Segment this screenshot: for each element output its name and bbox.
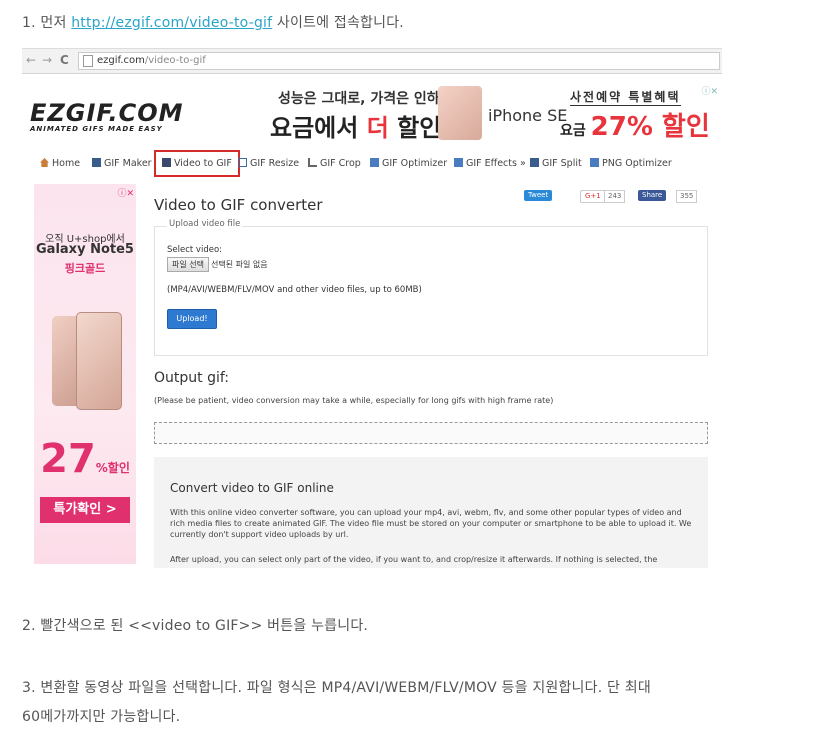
output-box — [154, 422, 708, 444]
upload-fieldset: Upload video file Select video: 파일 선택 선택된… — [154, 219, 708, 356]
page-icon — [83, 55, 93, 67]
nav-gif-split-label: GIF Split — [542, 158, 582, 169]
patience-note: (Please be patient, video conversion may… — [154, 396, 554, 405]
banner-iphone: iPhone SE — [488, 106, 568, 125]
step-3-line1: 3. 변환할 동영상 파일을 선택합니다. 파일 형식은 MP4/AVI/WEB… — [22, 680, 651, 696]
sidebar-ad[interactable]: ⓘ✕ 오직 U+shop에서 Galaxy Note5 핑크골드 27%할인 특… — [34, 184, 136, 564]
banner-line1: 성능은 그대로, 가격은 인하! — [278, 91, 447, 107]
facebook-share-button[interactable]: Share — [638, 190, 667, 201]
select-video-label: Select video: — [167, 245, 223, 255]
nav-video-to-gif-label: Video to GIF — [174, 158, 232, 169]
url-path: /video-to-gif — [144, 55, 206, 66]
banner-right2b: 27 — [590, 112, 627, 142]
upload-legend: Upload video file — [167, 219, 243, 229]
info-section: Convert video to GIF online With this on… — [154, 457, 708, 568]
nav-gif-crop-label: GIF Crop — [320, 158, 361, 169]
step-2-text: 2. 빨간색으로 된 <<video to GIF>> 버튼을 누릅니다. — [22, 618, 369, 634]
nav-home-label: Home — [52, 158, 81, 169]
banner-right2: 요금 27% 할인 — [560, 106, 710, 143]
home-icon — [40, 158, 49, 167]
share-count: 355 — [676, 190, 698, 203]
resize-icon — [238, 158, 247, 167]
nav-home[interactable]: Home — [40, 158, 80, 169]
file-status: 선택된 파일 없음 — [210, 260, 268, 269]
phone-front-image — [76, 312, 122, 410]
nav-gif-crop[interactable]: GIF Crop — [308, 158, 361, 169]
url-domain: ezgif.com — [97, 55, 145, 66]
banner-right1: 사전예약 특별혜택 — [570, 90, 681, 106]
gplus-button[interactable]: G+1 — [580, 190, 606, 203]
nav-gif-effects[interactable]: GIF Effects » — [454, 158, 526, 169]
banner-right2a: 요금 — [560, 123, 591, 139]
top-ad-banner[interactable]: 성능은 그대로, 가격은 인하! 요금에서 더 할인! iPhone SE 사전… — [258, 84, 718, 142]
nav-png-optimizer-label: PNG Optimizer — [602, 158, 672, 169]
info-heading: Convert video to GIF online — [170, 481, 334, 495]
main-nav: Home GIF Maker Video to GIF GIF Resize G… — [40, 150, 720, 177]
info-text-2: After upload, you can select only part o… — [170, 555, 658, 564]
step-1-suffix: 사이트에 접속합니다. — [272, 15, 404, 31]
info-text: With this online video converter softwar… — [170, 508, 692, 539]
choose-file-button[interactable]: 파일 선택 — [167, 257, 209, 272]
forward-icon[interactable]: → — [42, 53, 52, 67]
nav-gif-resize-label: GIF Resize — [250, 158, 300, 169]
file-input[interactable]: 파일 선택 선택된 파일 없음 — [167, 257, 268, 272]
nav-gif-optimizer[interactable]: GIF Optimizer — [370, 158, 447, 169]
file-type-hint: (MP4/AVI/WEBM/FLV/MOV and other video fi… — [167, 285, 422, 295]
step-3-text: 3. 변환할 동영상 파일을 선택합니다. 파일 형식은 MP4/AVI/WEB… — [22, 674, 722, 732]
address-bar: ← → C ezgif.com/video-to-gif — [22, 49, 722, 74]
logo-tagline: ANIMATED GIFS MADE EASY — [30, 125, 163, 133]
effects-icon — [454, 158, 463, 167]
ad-choices-icon[interactable]: ⓘ✕ — [701, 84, 718, 97]
ezgif-link[interactable]: http://ezgif.com/video-to-gif — [71, 15, 272, 31]
page-title: Video to GIF converter — [154, 196, 323, 214]
banner-line2a: 요금에서 — [270, 114, 367, 142]
split-icon — [530, 158, 539, 167]
back-icon[interactable]: ← — [26, 53, 36, 67]
iphone-image — [438, 86, 482, 140]
sidebar-ad-line3: 핑크골드 — [64, 262, 106, 275]
step-3-line2: 60메가까지만 가능합니다. — [22, 709, 181, 725]
tweet-label: Tweet — [528, 191, 549, 199]
nav-gif-effects-label: GIF Effects » — [466, 158, 526, 169]
gplus-count: 243 — [604, 190, 626, 203]
share-label: Share — [642, 191, 663, 199]
sidebar-ad-line2: Galaxy Note5 — [36, 242, 134, 257]
optimizer-icon — [370, 158, 379, 167]
png-optimizer-icon — [590, 158, 599, 167]
upload-button[interactable]: Upload! — [167, 309, 217, 329]
output-heading: Output gif: — [154, 370, 230, 386]
gif-maker-icon — [92, 158, 101, 167]
nav-gif-resize[interactable]: GIF Resize — [238, 158, 299, 169]
sidebar-ad-pct-suffix: %할인 — [95, 461, 130, 475]
banner-right2c: % 할인 — [626, 112, 710, 142]
gplus-label: G+1 — [585, 192, 601, 200]
nav-video-to-gif[interactable]: Video to GIF — [154, 150, 240, 177]
nav-gif-split[interactable]: GIF Split — [530, 158, 582, 169]
step-1-text: 1. 먼저 http://ezgif.com/video-to-gif 사이트에… — [22, 12, 404, 32]
sidebar-ad-pct-number: 27 — [40, 436, 96, 482]
banner-line2b: 더 — [366, 114, 389, 142]
url-field[interactable]: ezgif.com/video-to-gif — [78, 52, 720, 70]
nav-gif-optimizer-label: GIF Optimizer — [382, 158, 448, 169]
reload-icon[interactable]: C — [60, 53, 69, 67]
logo-title: EZGIF.COM — [30, 99, 184, 127]
banner-line2: 요금에서 더 할인! — [270, 108, 452, 143]
video-icon — [162, 158, 171, 167]
nav-gif-maker-label: GIF Maker — [104, 158, 152, 169]
tweet-button[interactable]: Tweet — [524, 190, 553, 201]
step-1-prefix: 1. 먼저 — [22, 15, 72, 31]
nav-gif-maker[interactable]: GIF Maker — [92, 158, 152, 169]
ezgif-logo[interactable]: EZGIF.COM ANIMATED GIFS MADE EASY — [30, 99, 184, 133]
crop-icon — [308, 158, 317, 167]
nav-png-optimizer[interactable]: PNG Optimizer — [590, 158, 672, 169]
browser-screenshot: ← → C ezgif.com/video-to-gif EZGIF.COM A… — [22, 48, 722, 568]
sidebar-ad-percent: 27%할인 — [34, 436, 136, 482]
sidebar-ad-choices-icon[interactable]: ⓘ✕ — [117, 186, 134, 199]
sidebar-ad-button[interactable]: 특가확인 > — [40, 497, 130, 523]
